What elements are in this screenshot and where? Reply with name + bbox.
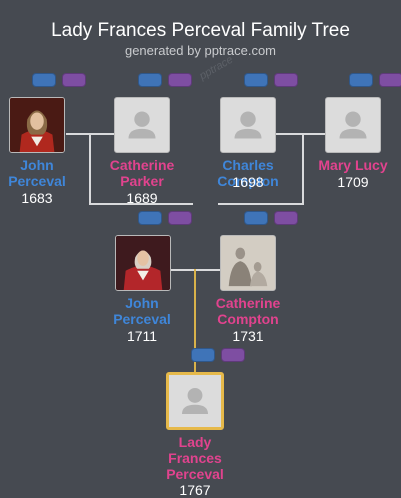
first-name: Mary Lucy [318, 157, 388, 173]
birth-year: 1683 [21, 190, 53, 206]
connector-line [89, 133, 91, 205]
person-name-catherine-parker[interactable]: Catherine Parker [100, 157, 184, 189]
father-button[interactable] [244, 211, 268, 225]
mother-button[interactable] [274, 211, 298, 225]
birth-year: 1767 [179, 482, 211, 498]
person-name-john-perceval-1683[interactable]: John Perceval [0, 157, 74, 189]
father-button[interactable] [138, 73, 162, 87]
first-name: Catherine [215, 295, 281, 311]
last-name: Perceval [8, 173, 66, 189]
last-name: Perceval [113, 311, 171, 327]
birth-year: 1731 [232, 328, 264, 344]
portrait-image [221, 236, 275, 290]
person-photo-lady-frances-perceval[interactable] [166, 372, 224, 430]
person-name-catherine-compton[interactable]: Catherine Compton [204, 295, 292, 327]
page-subtitle: generated by pptrace.com [124, 43, 277, 58]
last-name: Compton [217, 311, 279, 327]
birth-year: 1689 [126, 190, 158, 206]
page-title: Lady Frances Perceval Family Tree [51, 20, 350, 41]
portrait-image [10, 98, 64, 152]
person-silhouette-icon [182, 388, 208, 414]
person-name-mary-lucy[interactable]: Mary Lucy [310, 157, 396, 173]
person-silhouette-icon [339, 111, 367, 139]
last-name: Perceval [166, 466, 224, 482]
last-name: Parker [120, 173, 164, 189]
mother-button[interactable] [221, 348, 245, 362]
first-name: Catherine [109, 157, 175, 173]
person-name-lady-frances-perceval[interactable]: Lady Frances Perceval [150, 434, 240, 482]
mother-button[interactable] [379, 73, 401, 87]
father-button[interactable] [32, 73, 56, 87]
connector-line [302, 133, 304, 205]
connector-line [276, 133, 326, 135]
birth-year: 1711 [126, 328, 158, 344]
person-silhouette-icon [234, 111, 262, 139]
mother-button[interactable] [168, 73, 192, 87]
first-name: Lady [178, 434, 212, 450]
person-photo-john-perceval-1683[interactable] [9, 97, 65, 153]
person-photo-catherine-compton[interactable] [220, 235, 276, 291]
first-name: John [20, 157, 54, 173]
father-button[interactable] [138, 211, 162, 225]
connector-line [171, 269, 221, 271]
mother-button[interactable] [168, 211, 192, 225]
portrait-image [116, 236, 170, 290]
person-name-john-perceval-1711[interactable]: John Perceval [100, 295, 184, 327]
first-name: Charles [222, 157, 274, 173]
connector-line [218, 203, 304, 205]
person-photo-catherine-parker[interactable] [114, 97, 170, 153]
person-photo-john-perceval-1711[interactable] [115, 235, 171, 291]
mother-button[interactable] [62, 73, 86, 87]
mother-button[interactable] [274, 73, 298, 87]
person-photo-charles-compton[interactable] [220, 97, 276, 153]
first-name: John [125, 295, 159, 311]
person-silhouette-icon [128, 111, 156, 139]
middle-name: Frances [168, 450, 222, 466]
birth-year: 1709 [337, 174, 369, 190]
father-button[interactable] [244, 73, 268, 87]
birth-year: 1698 [232, 174, 264, 190]
person-photo-mary-lucy[interactable] [325, 97, 381, 153]
father-button[interactable] [349, 73, 373, 87]
father-button[interactable] [191, 348, 215, 362]
